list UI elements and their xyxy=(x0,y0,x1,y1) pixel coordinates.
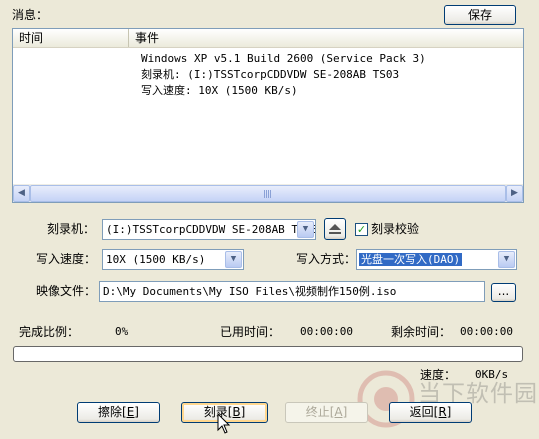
scroll-right-icon[interactable]: ▶ xyxy=(506,185,523,202)
image-file-label: 映像文件： xyxy=(36,284,97,298)
eject-button[interactable] xyxy=(324,218,346,240)
scroll-thumb[interactable] xyxy=(30,185,506,202)
speed-value: 10X (1500 KB/s) xyxy=(106,253,206,266)
list-header: 时间 事件 xyxy=(13,29,523,48)
speed-label: 写入速度： xyxy=(36,252,97,266)
mouse-cursor-icon xyxy=(217,413,231,434)
stop-key: [A] xyxy=(329,405,348,419)
message-list[interactable]: 时间 事件 Windows XP v5.1 Build 2600 (Servic… xyxy=(12,28,524,203)
progress-value: 0% xyxy=(115,325,129,338)
progress-bar xyxy=(13,346,523,362)
mode-value: 光盘一次写入(DAO) xyxy=(359,253,463,266)
burner-value: (I:)TSSTcorpCDDVDW SE-208AB TS03 xyxy=(106,223,316,236)
remaining-value: 00:00:00 xyxy=(460,325,513,338)
image-file-input[interactable]: D:\My Documents\My ISO Files\视频制作150例.is… xyxy=(99,281,485,302)
verify-checkbox[interactable]: ✓ xyxy=(355,223,368,236)
save-button[interactable]: 保存 xyxy=(444,5,516,25)
elapsed-label: 已用时间： xyxy=(220,325,281,339)
chevron-down-icon[interactable]: ▼ xyxy=(297,221,314,238)
erase-label: 擦除 xyxy=(98,405,123,419)
erase-key: [E] xyxy=(122,405,139,419)
scroll-left-icon[interactable]: ◀ xyxy=(13,185,30,202)
burner-select[interactable]: (I:)TSSTcorpCDDVDW SE-208AB TS03 ▼ xyxy=(102,219,316,240)
column-time[interactable]: 时间 xyxy=(13,29,129,47)
elapsed-value: 00:00:00 xyxy=(300,325,353,338)
stop-button[interactable]: 终止[A] xyxy=(285,402,368,423)
progress-label: 完成比例： xyxy=(19,325,80,339)
stop-label: 终止 xyxy=(305,405,330,419)
column-event[interactable]: 事件 xyxy=(129,29,523,47)
chevron-down-icon[interactable]: ▼ xyxy=(225,251,242,268)
grip-icon xyxy=(264,190,272,198)
speed-status-label: 速度： xyxy=(420,368,457,382)
chevron-down-icon[interactable]: ▼ xyxy=(498,251,515,268)
log-entries: Windows XP v5.1 Build 2600 (Service Pack… xyxy=(129,51,426,99)
back-label: 返回 xyxy=(409,405,434,419)
speed-select[interactable]: 10X (1500 KB/s) ▼ xyxy=(102,249,244,270)
remaining-label: 剩余时间： xyxy=(391,325,452,339)
verify-label[interactable]: 刻录校验 xyxy=(371,219,419,239)
browse-button[interactable]: ... xyxy=(491,283,516,302)
eject-icon xyxy=(329,224,341,234)
erase-button[interactable]: 擦除[E] xyxy=(77,402,160,423)
back-button[interactable]: 返回[R] xyxy=(389,402,472,423)
back-key: [R] xyxy=(433,405,452,419)
burner-label: 刻录机： xyxy=(47,222,96,236)
log-entry: 写入速度: 10X (1500 KB/s) xyxy=(141,84,298,97)
speed-status-value: 0KB/s xyxy=(475,368,509,381)
log-entry: Windows XP v5.1 Build 2600 (Service Pack… xyxy=(141,52,426,65)
messages-label: 消息： xyxy=(12,8,49,22)
horizontal-scrollbar[interactable]: ◀ ▶ xyxy=(13,184,523,202)
mode-select[interactable]: 光盘一次写入(DAO) ▼ xyxy=(356,249,517,270)
log-entry: 刻录机: (I:)TSSTcorpCDDVDW SE-208AB TS03 xyxy=(141,68,400,81)
mode-label: 写入方式： xyxy=(296,252,357,266)
